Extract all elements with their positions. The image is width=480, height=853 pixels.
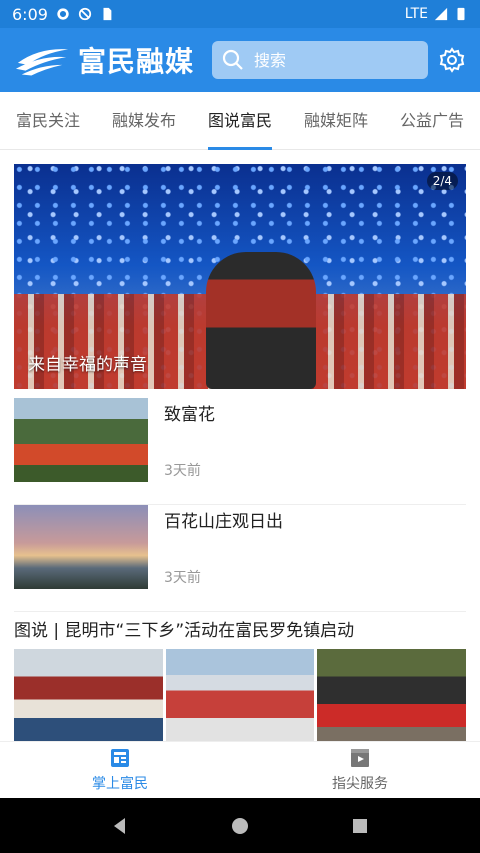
news-icon (111, 749, 129, 767)
gallery-images[interactable] (14, 649, 467, 741)
news-title: 百花山庄观日出 (164, 512, 283, 532)
tab-fumin-guanzhu[interactable]: 富民关注 (0, 92, 96, 150)
search-box[interactable] (212, 41, 429, 79)
settings-gear-icon[interactable] (438, 46, 466, 74)
news-title: 致富花 (164, 405, 215, 425)
nav-zhangshang-fumin[interactable]: 掌上富民 (0, 742, 240, 798)
app-logo: 富民融媒 (14, 40, 194, 80)
app-title: 富民融媒 (78, 45, 195, 78)
back-icon[interactable] (110, 816, 130, 836)
nav-zhijian-fuwu[interactable]: 指尖服务 (240, 742, 480, 798)
logo-swoosh-icon (15, 49, 69, 76)
tab-rongmei-juzhen[interactable]: 融媒矩阵 (288, 92, 384, 150)
system-nav-bar (0, 798, 480, 853)
news-time: 3天前 (164, 463, 201, 479)
nav-label: 指尖服务 (332, 776, 388, 792)
nav-label: 掌上富民 (92, 776, 148, 792)
news-thumbnail (14, 505, 148, 589)
gallery-image (165, 649, 315, 741)
list-item[interactable]: 百花山庄观日出 3天前 (14, 505, 466, 612)
tab-rongmei-fabu[interactable]: 融媒发布 (96, 92, 192, 150)
gallery-image (14, 649, 163, 741)
status-time: 6:09 (12, 4, 48, 24)
carousel-counter: 2/4 (426, 172, 458, 190)
hero-image-conductor (206, 252, 316, 389)
recents-icon[interactable] (350, 816, 370, 836)
gallery-title[interactable]: 图说 | 昆明市“三下乡”活动在富民罗免镇启动 (14, 616, 354, 641)
news-thumbnail (14, 398, 148, 482)
tab-tushuo-fumin[interactable]: 图说富民 (192, 92, 288, 150)
app-header: 富民融媒 (0, 28, 480, 92)
bottom-nav: 掌上富民 指尖服务 (0, 741, 480, 798)
tab-gongyi-guanggao[interactable]: 公益广告 (384, 92, 480, 150)
signal-icon (434, 7, 448, 21)
search-icon (222, 49, 243, 70)
video-icon (351, 749, 369, 767)
category-tabs: 富民关注 融媒发布 图说富民 融媒矩阵 公益广告 (0, 92, 480, 150)
carousel-caption: 来自幸福的声音 (28, 355, 147, 375)
hero-carousel[interactable]: 2/4 来自幸福的声音 (14, 164, 466, 389)
gallery-image (317, 649, 467, 741)
settings-status-icon (57, 8, 69, 20)
data-saver-icon (78, 7, 92, 21)
sd-card-icon (103, 7, 112, 21)
news-time: 3天前 (164, 570, 201, 586)
list-item[interactable]: 致富花 3天前 (14, 398, 466, 505)
battery-icon (457, 7, 465, 21)
home-icon[interactable] (230, 816, 250, 836)
network-type: LTE (404, 6, 428, 22)
search-input[interactable] (254, 50, 405, 70)
status-bar: 6:09 LTE (0, 0, 480, 28)
